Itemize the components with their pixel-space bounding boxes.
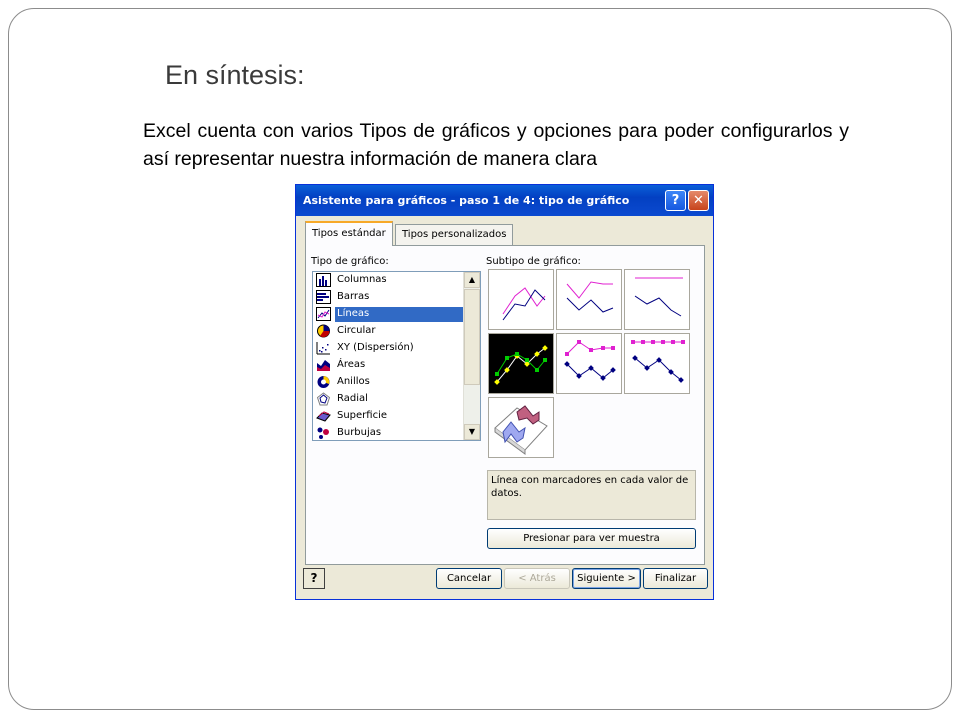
list-item[interactable]: Anillos — [314, 374, 462, 390]
list-scrollbar[interactable]: ▲ ▼ — [463, 272, 480, 440]
list-item-label: Líneas — [335, 307, 463, 322]
subtype-stacked-line[interactable] — [556, 269, 622, 330]
slide-body-text: Excel cuenta con varios Tipos de gráfico… — [143, 120, 849, 170]
dialog-title: Asistente para gráficos - paso 1 de 4: t… — [303, 194, 630, 207]
list-item[interactable]: Columnas — [314, 272, 462, 288]
list-item[interactable]: Radial — [314, 391, 462, 407]
next-button[interactable]: Siguiente > — [572, 568, 641, 589]
scroll-thumb[interactable] — [464, 289, 480, 385]
scroll-up-arrow-icon[interactable]: ▲ — [464, 272, 480, 288]
list-item[interactable]: Barras — [314, 289, 462, 305]
scroll-down-arrow-icon[interactable]: ▼ — [464, 424, 480, 440]
list-item[interactable]: Circular — [314, 323, 462, 339]
area-chart-icon — [316, 358, 331, 372]
list-item-label: Circular — [337, 325, 376, 336]
pie-chart-icon — [316, 324, 331, 338]
list-item[interactable]: Burbujas — [314, 425, 462, 440]
subtype-100-stacked-line[interactable] — [624, 269, 690, 330]
subtype-label: Subtipo de gráfico: — [486, 256, 581, 267]
help-button[interactable]: ? — [303, 568, 325, 589]
titlebar-help-button[interactable]: ? — [665, 190, 686, 211]
surface-chart-icon — [316, 409, 331, 423]
doughnut-chart-icon — [316, 375, 331, 389]
radar-chart-icon — [316, 392, 331, 406]
subtype-stacked-line-markers[interactable] — [556, 333, 622, 394]
list-item-label: Barras — [337, 291, 370, 302]
finish-button[interactable]: Finalizar — [643, 568, 708, 589]
tab-standard-types[interactable]: Tipos estándar — [305, 221, 393, 246]
dialog-titlebar[interactable]: Asistente para gráficos - paso 1 de 4: t… — [296, 185, 713, 216]
list-item[interactable]: XY (Dispersión) — [314, 340, 462, 356]
list-item[interactable]: Superficie — [314, 408, 462, 424]
bubble-chart-icon — [316, 426, 331, 440]
subtype-100-stacked-line-markers[interactable] — [624, 333, 690, 394]
chart-type-list[interactable]: Columnas Barras Líneas Circular XY (Disp… — [312, 271, 481, 441]
chart-wizard-dialog: Asistente para gráficos - paso 1 de 4: t… — [295, 184, 714, 600]
scatter-chart-icon — [316, 341, 331, 355]
subtype-line-with-markers[interactable] — [488, 333, 554, 394]
list-item-label: Columnas — [337, 274, 387, 285]
subtype-line[interactable] — [488, 269, 554, 330]
column-chart-icon — [316, 273, 331, 287]
bar-chart-icon — [316, 290, 331, 304]
list-item[interactable]: Áreas — [314, 357, 462, 373]
preview-sample-button[interactable]: Presionar para ver muestra — [487, 528, 696, 549]
titlebar-close-button[interactable]: ✕ — [688, 190, 709, 211]
chart-type-label: Tipo de gráfico: — [311, 256, 389, 267]
subtype-3d-line[interactable] — [488, 397, 554, 458]
tab-custom-types[interactable]: Tipos personalizados — [395, 224, 514, 245]
subtype-grid — [486, 269, 696, 461]
list-item-label: Anillos — [337, 376, 370, 387]
list-item-label: Superficie — [337, 410, 388, 421]
list-item-label: XY (Dispersión) — [337, 342, 414, 353]
subtype-description: Línea con marcadores en cada valor de da… — [487, 470, 696, 520]
line-chart-icon — [316, 307, 331, 321]
cancel-button[interactable]: Cancelar — [436, 568, 502, 589]
list-item-label: Áreas — [337, 359, 366, 370]
back-button[interactable]: < Atrás — [504, 568, 570, 589]
list-item-label: Burbujas — [337, 427, 382, 438]
list-item[interactable]: Líneas — [314, 306, 463, 322]
list-item-label: Radial — [337, 393, 368, 404]
slide-title: En síntesis: — [165, 60, 305, 90]
